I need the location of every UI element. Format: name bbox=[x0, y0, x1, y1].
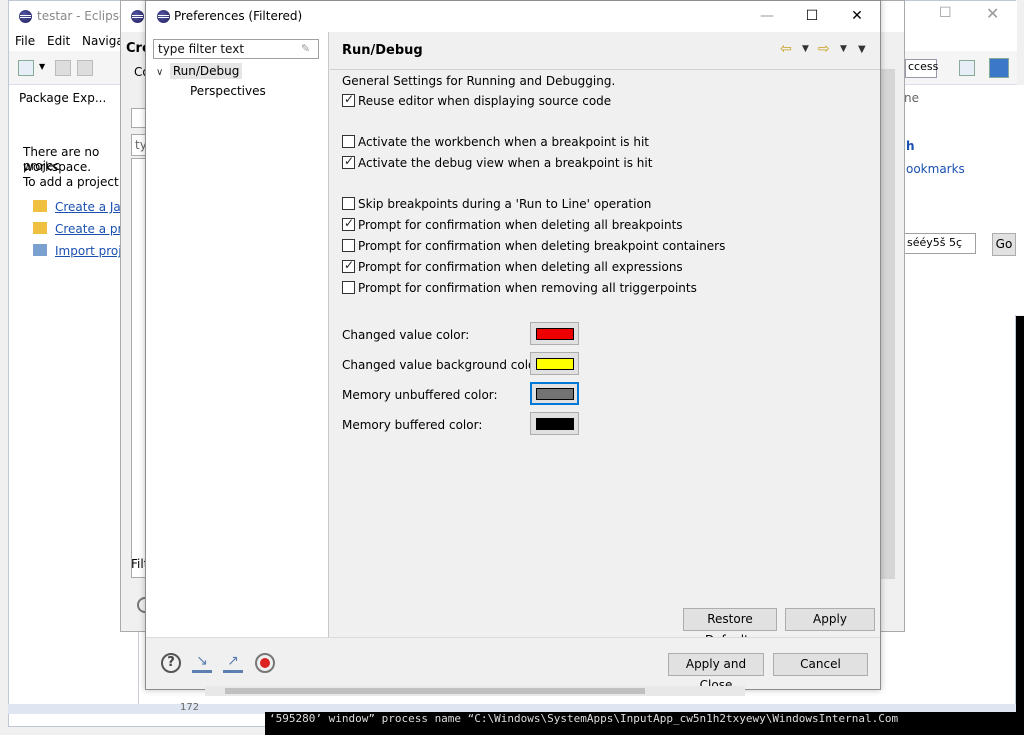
checkbox[interactable] bbox=[342, 154, 355, 169]
preferences-dialog: Preferences (Filtered) — ☐ ✕ type filter… bbox=[145, 0, 881, 692]
color-swatch bbox=[536, 328, 574, 340]
memory-buffered-color-button[interactable] bbox=[530, 412, 579, 435]
bookmarks-link[interactable]: ookmarks bbox=[906, 162, 965, 176]
eclipse-icon bbox=[19, 10, 32, 23]
tree-item-label: Run/Debug bbox=[169, 63, 243, 79]
checkbox[interactable] bbox=[342, 281, 355, 294]
back-arrow-icon[interactable]: ⇦ bbox=[780, 41, 792, 57]
memory-unbuffered-color-button[interactable] bbox=[530, 382, 579, 405]
scrollbar-thumb[interactable] bbox=[225, 688, 645, 694]
memory-unbuffered-color-label: Memory unbuffered color: bbox=[342, 388, 498, 402]
checkbox[interactable] bbox=[342, 216, 355, 231]
checkbox-label: Reuse editor when displaying source code bbox=[358, 94, 612, 108]
java-project-icon bbox=[33, 200, 47, 212]
checkbox-confirm-remove-triggerpoints[interactable]: Prompt for confirmation when removing al… bbox=[342, 281, 697, 298]
dialog-title: Preferences (Filtered) bbox=[174, 9, 303, 23]
changed-value-background-color-label: Changed value background color: bbox=[342, 358, 545, 372]
help-icon[interactable]: ? bbox=[161, 653, 181, 673]
apply-and-close-button[interactable]: Apply and Close bbox=[668, 653, 764, 692]
menu-edit[interactable]: Edit bbox=[47, 34, 70, 48]
tree-item-perspectives[interactable]: Perspectives bbox=[190, 84, 266, 98]
checkbox[interactable] bbox=[342, 197, 355, 210]
checkbox-label: Skip breakpoints during a 'Run to Line' … bbox=[358, 197, 652, 211]
maximize-icon[interactable]: ☐ bbox=[789, 5, 835, 27]
checkbox-activate-workbench[interactable]: Activate the workbench when a breakpoint… bbox=[342, 135, 649, 152]
close-icon[interactable]: ✕ bbox=[986, 4, 999, 23]
checkbox-label: Prompt for confirmation when deleting br… bbox=[358, 239, 726, 253]
preferences-tree-pane: type filter text ✎ ∨ Run/Debug Perspecti… bbox=[146, 32, 329, 637]
maximize-icon[interactable]: ☐ bbox=[939, 5, 952, 21]
memory-buffered-color-label: Memory buffered color: bbox=[342, 418, 483, 432]
checkbox-label: Prompt for confirmation when deleting al… bbox=[358, 218, 683, 232]
preference-page: Run/Debug ⇦ ▼ ⇨ ▼ ▼ General Settings for… bbox=[330, 32, 880, 647]
right-link-1[interactable]: h bbox=[906, 139, 915, 153]
checkbox[interactable] bbox=[342, 92, 355, 107]
console-strip bbox=[1016, 316, 1024, 716]
horizontal-scrollbar[interactable] bbox=[205, 686, 745, 696]
checkbox-reuse-editor[interactable]: Reuse editor when displaying source code bbox=[342, 92, 612, 111]
forward-arrow-icon[interactable]: ⇨ bbox=[818, 41, 830, 57]
import-icon bbox=[33, 244, 47, 256]
package-explorer-tab[interactable]: Package Exp... bbox=[19, 91, 106, 105]
record-icon[interactable] bbox=[255, 653, 275, 673]
forward-dropdown-icon[interactable]: ▼ bbox=[840, 44, 847, 54]
checkbox[interactable] bbox=[342, 258, 355, 273]
minimize-icon[interactable]: — bbox=[744, 5, 790, 27]
eclipse-icon bbox=[131, 10, 144, 23]
back-dialog-right-edge bbox=[881, 69, 895, 579]
changed-value-color-label: Changed value color: bbox=[342, 328, 470, 342]
preferences-title-bar: Preferences (Filtered) — ☐ ✕ bbox=[146, 1, 880, 32]
changed-value-background-color-button[interactable] bbox=[530, 352, 579, 375]
close-icon[interactable]: ✕ bbox=[834, 5, 880, 27]
separator bbox=[330, 69, 880, 70]
status-text: 172 bbox=[180, 702, 200, 713]
tree-item-run-debug[interactable]: ∨ Run/Debug bbox=[156, 63, 243, 83]
clear-filter-icon[interactable]: ✎ bbox=[301, 42, 310, 55]
color-swatch bbox=[536, 418, 574, 430]
project-icon bbox=[33, 222, 47, 234]
view-menu-icon[interactable]: ▼ bbox=[858, 44, 866, 55]
checkbox-confirm-delete-containers[interactable]: Prompt for confirmation when deleting br… bbox=[342, 239, 725, 256]
cancel-button[interactable]: Cancel bbox=[773, 653, 868, 676]
empty-text-3: To add a project: bbox=[23, 175, 123, 189]
back-dropdown-icon[interactable]: ▼ bbox=[802, 44, 809, 54]
right-search-select[interactable]: sééy5š 5ç bbox=[904, 233, 976, 254]
checkbox-skip-breakpoints[interactable]: Skip breakpoints during a 'Run to Line' … bbox=[342, 197, 651, 214]
restore-defaults-button[interactable]: Restore Defaults bbox=[683, 608, 777, 647]
page-description: General Settings for Running and Debuggi… bbox=[342, 74, 616, 88]
right-tab-label[interactable]: ne bbox=[904, 91, 919, 105]
apply-button[interactable]: Apply bbox=[785, 608, 875, 631]
checkbox-label: Prompt for confirmation when removing al… bbox=[358, 281, 697, 295]
export-preferences-icon[interactable]: ↗ bbox=[223, 653, 243, 673]
import-project-link[interactable]: Import proje bbox=[55, 244, 129, 258]
save-all-icon[interactable] bbox=[77, 60, 93, 76]
chevron-down-icon[interactable]: ∨ bbox=[156, 67, 166, 78]
color-swatch bbox=[536, 358, 574, 370]
filter-input[interactable]: type filter text bbox=[153, 39, 319, 59]
changed-value-color-button[interactable] bbox=[530, 322, 579, 345]
checkbox-confirm-delete-expressions[interactable]: Prompt for confirmation when deleting al… bbox=[342, 258, 683, 277]
checkbox-label: Activate the workbench when a breakpoint… bbox=[358, 135, 649, 149]
new-icon[interactable] bbox=[18, 60, 34, 76]
save-icon[interactable] bbox=[55, 60, 71, 76]
page-title: Run/Debug bbox=[342, 43, 423, 58]
menu-file[interactable]: File bbox=[15, 34, 35, 48]
checkbox-activate-debug-view[interactable]: Activate the debug view when a breakpoin… bbox=[342, 154, 653, 173]
open-perspective-icon[interactable] bbox=[959, 60, 975, 76]
empty-text-2: workspace. bbox=[23, 160, 92, 174]
chevron-down-icon[interactable]: ▼ bbox=[39, 62, 45, 71]
go-button[interactable]: Go bbox=[992, 233, 1016, 256]
checkbox-label: Prompt for confirmation when deleting al… bbox=[358, 260, 683, 274]
checkbox-label: Activate the debug view when a breakpoin… bbox=[358, 156, 653, 170]
checkbox-confirm-delete-breakpoints[interactable]: Prompt for confirmation when deleting al… bbox=[342, 216, 683, 235]
color-swatch bbox=[536, 388, 574, 400]
import-preferences-icon[interactable]: ↘ bbox=[192, 653, 212, 673]
eclipse-icon bbox=[157, 10, 170, 23]
console-output: ‘595280’ window” process name “C:\Window… bbox=[265, 712, 1024, 735]
checkbox[interactable] bbox=[342, 239, 355, 252]
quick-access-field[interactable]: ccess bbox=[905, 59, 938, 78]
checkbox[interactable] bbox=[342, 135, 355, 148]
java-perspective-icon[interactable] bbox=[989, 58, 1009, 78]
outline-panel: ne h ookmarks sééy5š 5ç Go bbox=[904, 85, 1024, 315]
